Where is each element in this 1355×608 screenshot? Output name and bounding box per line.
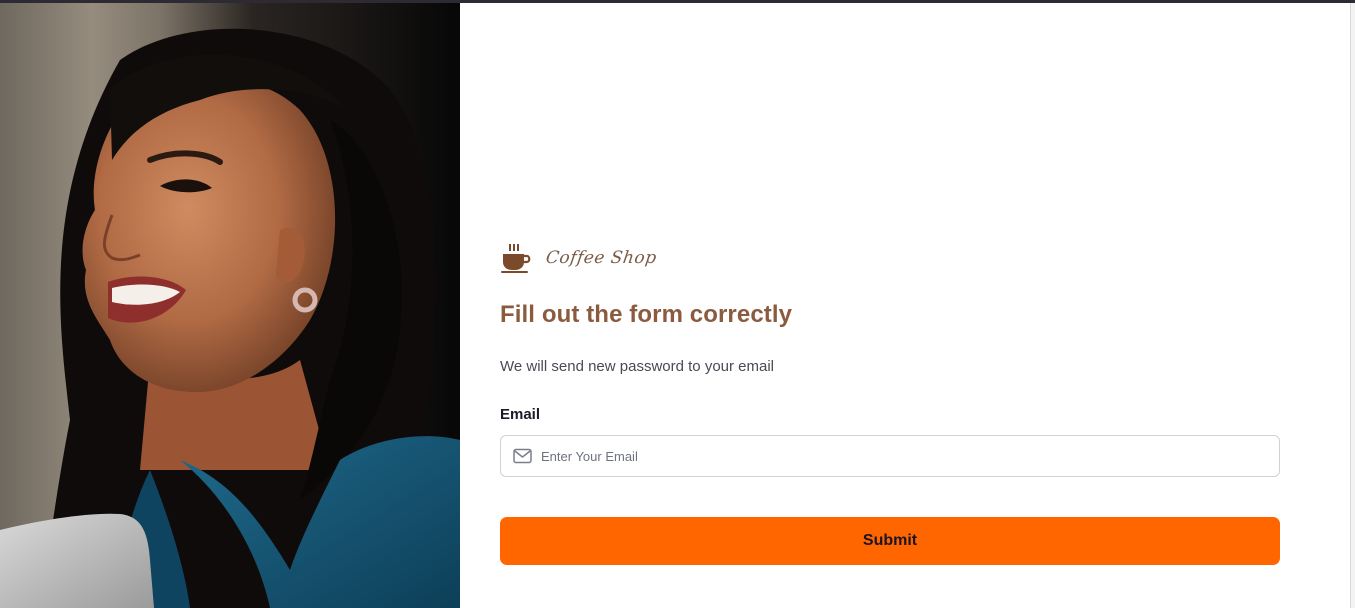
email-label: Email [500,406,541,423]
email-field[interactable] [500,435,1280,477]
envelope-icon [513,448,532,464]
coffee-cup-icon [501,244,531,273]
window-top-bar [0,0,1355,3]
forgot-password-page: Coffee Shop Fill out the form correctly … [0,0,1355,608]
brand-logo[interactable]: Coffee Shop [500,241,658,275]
brand-name: Coffee Shop [544,248,658,268]
email-input[interactable] [541,436,1261,476]
page-title: Fill out the form correctly [500,301,793,328]
scrollbar-track[interactable] [1351,3,1355,608]
form-panel: Coffee Shop Fill out the form correctly … [460,3,1350,608]
hero-photo [0,0,460,608]
page-subtitle: We will send new password to your email [500,358,775,375]
submit-button[interactable]: Submit [500,517,1280,565]
